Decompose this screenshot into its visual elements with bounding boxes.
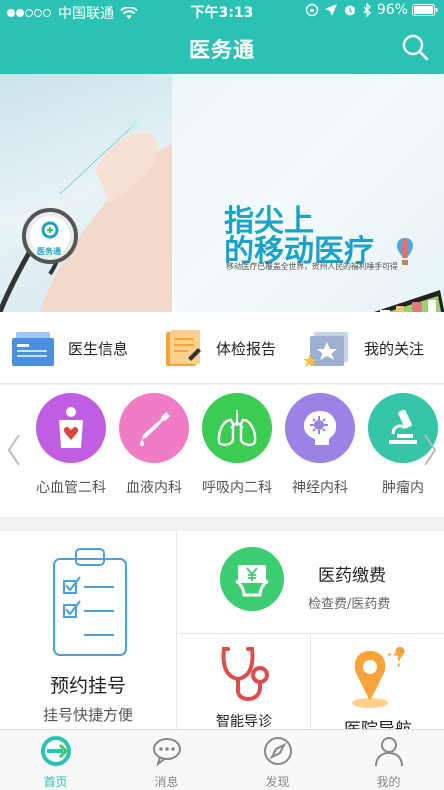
department-icon-circle: [36, 393, 106, 463]
tab-discover[interactable]: 发现: [222, 735, 333, 790]
chevron-left-icon[interactable]: [6, 433, 22, 467]
rotation-lock-icon: [305, 3, 319, 17]
dropper-icon: [139, 412, 170, 446]
banner-logo-text: 医务通: [37, 247, 61, 256]
battery-percent: 96%: [376, 2, 408, 18]
status-right: 96%: [305, 2, 438, 18]
stethoscope-icon: [221, 647, 269, 701]
nav-bar: 医务通: [0, 22, 444, 74]
message-icon: [152, 738, 181, 767]
department-name: 神经内科: [292, 480, 348, 496]
department-icon-circle: [202, 393, 272, 463]
map-pin-icon: [352, 647, 405, 708]
tablet-city-illustration: [374, 290, 444, 312]
quick-links: 医生信息 体检报告 我的关注: [0, 312, 444, 384]
yen-payment-icon: [235, 565, 269, 597]
appointment-subtitle: 挂号快捷方便: [42, 706, 133, 724]
payment-icon-circle: [220, 547, 284, 611]
quick-link-doctor-info[interactable]: 医生信息: [12, 312, 128, 384]
appointment-tile[interactable]: 预约挂号 挂号快捷方便: [0, 531, 177, 729]
status-bar: 中国联通 下午3:13 96%: [0, 0, 444, 22]
location-arrow-icon: [324, 4, 337, 16]
favorites-folder-icon: [304, 332, 348, 367]
department-neurology[interactable]: 神经内科: [280, 393, 360, 497]
compass-icon: [263, 737, 292, 765]
banner-photo: 医务通: [0, 74, 172, 312]
chevron-right-icon[interactable]: [422, 433, 438, 467]
banner-slogan: 移动医疗已覆盖全世界，贺州人民的福利唾手可得: [226, 262, 398, 271]
home-e-icon: [40, 736, 71, 766]
department-respiratory-2[interactable]: 呼吸内二科: [197, 393, 277, 497]
app-screen: 中国联通 下午3:13 96% 医务通 医务通 指尖上 的移动医疗 移动医疗已覆…: [0, 0, 444, 790]
doctor-card-icon: [12, 332, 54, 366]
hospital-navigation-tile[interactable]: 医院导航: [312, 635, 444, 740]
department-cardiology-2[interactable]: 心血管二科: [31, 393, 111, 497]
department-name: 呼吸内二科: [202, 480, 272, 496]
services-grid: 预约挂号 挂号快捷方便 医药缴费 检查费/医药费 智能导诊: [0, 531, 444, 740]
department-icon-circle: [119, 393, 189, 463]
department-name: 肿瘤内: [382, 480, 424, 496]
search-icon[interactable]: [400, 32, 430, 62]
payment-tile[interactable]: 医药缴费 检查费/医药费: [178, 531, 444, 634]
microscope-icon: [389, 409, 417, 444]
heart-body-icon: [59, 407, 83, 448]
lungs-icon: [217, 410, 257, 446]
bluetooth-icon: [363, 3, 371, 17]
brain-icon: [304, 411, 337, 445]
quick-link-label: 我的关注: [364, 339, 425, 358]
tab-messages[interactable]: 消息: [111, 735, 222, 790]
quick-link-favorites[interactable]: 我的关注: [304, 312, 424, 384]
tab-label: 我的: [376, 775, 401, 789]
tab-label: 消息: [154, 775, 179, 789]
smart-guide-title: 智能导诊: [216, 714, 272, 730]
tab-label: 首页: [43, 775, 68, 789]
promo-banner[interactable]: 医务通 指尖上 的移动医疗 移动医疗已覆盖全世界，贺州人民的福利唾手可得: [0, 74, 444, 312]
alarm-icon: [344, 5, 355, 16]
balloon-icon: [397, 238, 413, 265]
app-title: 医务通: [189, 38, 255, 62]
quick-link-label: 体检报告: [216, 339, 277, 358]
quick-link-report[interactable]: 体检报告: [164, 312, 276, 384]
report-icon: [166, 330, 201, 366]
department-name: 血液内科: [126, 480, 182, 496]
department-hematology[interactable]: 血液内科: [114, 393, 194, 497]
appointment-title: 预约挂号: [49, 675, 126, 697]
tab-profile[interactable]: 我的: [333, 735, 444, 790]
tab-label: 发现: [265, 775, 290, 789]
payment-subtitle: 检查费/医药费: [308, 597, 391, 612]
clipboard-checklist-icon: [53, 548, 127, 656]
department-icon-circle: [285, 393, 355, 463]
quick-link-label: 医生信息: [68, 339, 129, 358]
department-name: 心血管二科: [36, 480, 106, 496]
battery-icon: [412, 4, 438, 16]
smart-guide-tile[interactable]: 智能导诊: [178, 635, 311, 730]
payment-title: 医药缴费: [318, 566, 386, 586]
department-carousel: 心血管二科 血液内科 呼吸内二科 神经内科 肿瘤内: [0, 385, 444, 517]
stethoscope-hand-illustration: [0, 119, 172, 312]
tab-bar: 首页 消息 发现 我的: [0, 729, 444, 790]
tab-home[interactable]: 首页: [0, 735, 111, 790]
user-icon: [374, 737, 403, 767]
